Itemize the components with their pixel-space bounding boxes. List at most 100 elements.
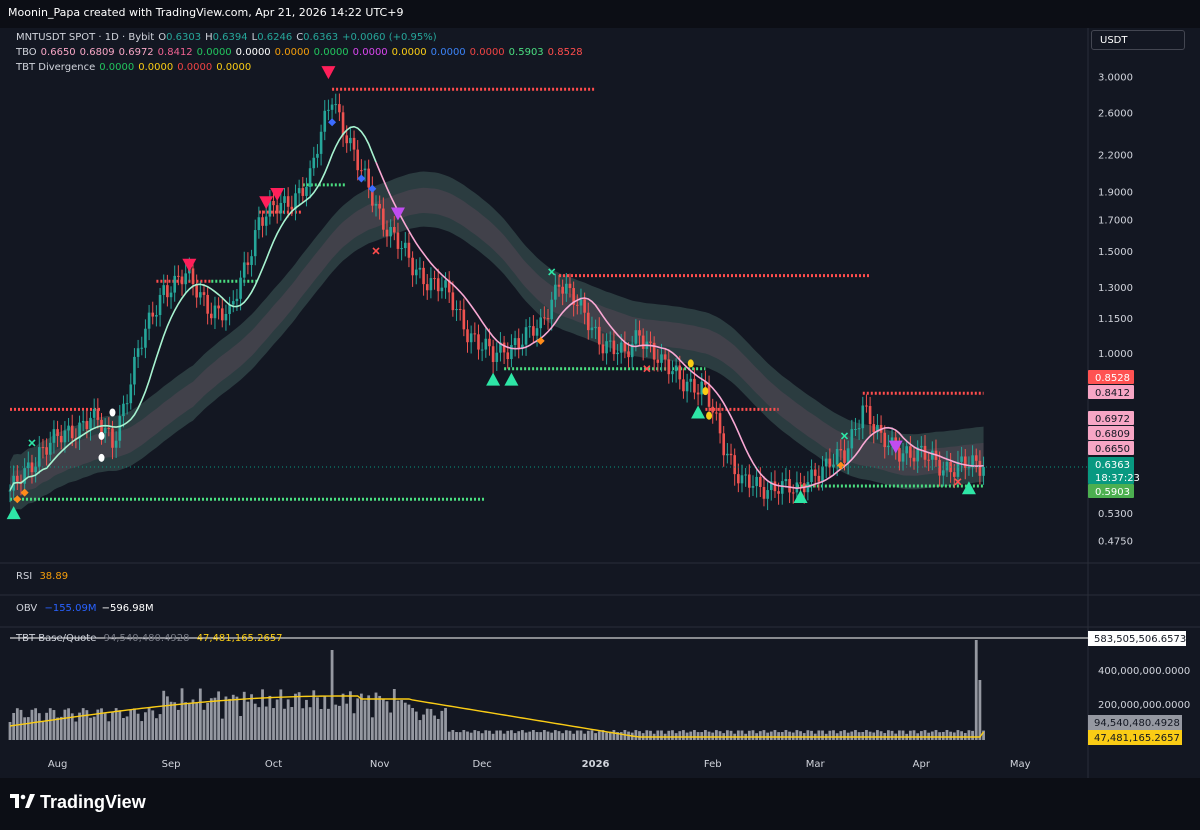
divergence-legend-item: 0.0000 [99,62,135,73]
volume-bar [751,730,755,740]
obv-pane-label[interactable]: OBV −155.09M −596.98M [16,603,154,614]
candle-body [275,205,279,214]
volume-bar [8,722,12,740]
currency-button[interactable]: USDT [1091,30,1185,50]
volume-bar [187,703,191,740]
candle-body [70,425,74,439]
candle-body [378,203,381,209]
candle-body [155,315,158,317]
volume-bar [275,699,279,740]
price-label-text: 0.8412 [1095,388,1130,399]
candle-body [850,429,854,449]
volume-bar [455,732,458,740]
candle-body [539,317,542,329]
volume-bar [971,730,974,740]
candle-body [967,467,971,469]
volume-bar [561,733,565,740]
volume-value-1: 94,540,480.4928 [103,633,190,644]
candle-body [422,267,425,285]
volume-pane-label[interactable]: TBT Base/Quote 94,540,480.4928 47,481,16… [16,633,283,644]
candle-body [974,455,978,461]
volume-bar [568,730,572,740]
rsi-pane-label[interactable]: RSI 38.89 [16,571,68,582]
tbo-legend-item: 0.0000 [235,47,271,58]
candle-body [484,338,488,350]
volume-bar [704,730,707,740]
volume-bar [945,730,949,740]
volume-bar [553,730,557,740]
candle-body [242,262,246,278]
volume-bar [539,732,543,740]
candle-body [671,371,674,375]
volume-bar [41,721,45,740]
volume-bar [488,730,491,740]
volume-bar [228,698,231,740]
time-tick-label: Mar [806,759,826,770]
tbo-legend-item: 0.0000 [352,47,388,58]
candle-body [813,469,817,476]
candle-body [144,328,147,348]
volume-bar [180,688,184,740]
candle-body [111,428,114,448]
candle-body [576,304,579,306]
price-tick-label: 1.1500 [1098,314,1133,325]
volume-bar [462,730,466,740]
candle-body [634,330,638,344]
candle-body [565,283,568,294]
symbol-legend[interactable]: MNTUSDT SPOT · 1D · Bybit O0.6303 H0.6394 L… [16,32,441,43]
candle-body [440,287,444,292]
volume-bar [502,733,506,740]
candle-body [297,188,301,194]
volume-bar [499,730,502,740]
candle-body [773,481,777,492]
candle-body [30,462,34,473]
volume-bar [865,730,868,740]
candle-body [180,276,184,285]
candle-body [67,425,70,431]
candle-body [334,104,338,106]
candle-body [762,486,766,499]
tradingview-logo-icon [10,794,35,808]
volume-bar [923,730,927,740]
candle-body [312,157,316,169]
volume-bar [872,732,876,740]
volume-bar [356,698,360,740]
volume-bar [45,712,48,740]
volume-bar [876,730,879,740]
candle-body [301,188,305,196]
volume-bar [422,714,425,740]
chart-canvas[interactable]: 3.0000 2.6000 2.2000 1.9000 1.7000 1.5000 1.30… [0,0,1200,830]
volume-bar [597,731,601,740]
candle-body [495,352,499,362]
candle-body [817,475,821,482]
rsi-value: 38.89 [39,571,69,582]
volume-bar [407,704,411,740]
volume-bar [861,732,865,740]
brand-name: TradingView [40,792,146,812]
candle-body [418,267,422,270]
candle-body [199,292,202,298]
candle-body [868,406,872,425]
candle-body [799,482,802,484]
candle-body [821,466,824,482]
tbo-legend[interactable]: TBO 0.6650 0.6809 0.6972 0.8412 0.0000 0.0000 0… [16,47,587,58]
candle-body [590,327,594,331]
candle-body [791,492,795,494]
volume-bar [140,721,144,740]
volume-bar [982,730,985,740]
candle-body [923,445,927,460]
candle-body [748,474,751,488]
candle-body [220,308,224,321]
volume-bar [92,716,96,740]
candle-body [682,379,685,392]
candle-body [425,284,429,291]
divergence-legend[interactable]: TBT Divergence 0.0000 0.0000 0.0000 0.0000 [16,62,255,73]
volume-name: TBT Base/Quote [16,633,97,644]
candle-body [627,351,630,358]
volume-bar [656,730,660,740]
candle-body [854,429,857,431]
volume-bar [327,708,330,740]
volume-bar [338,705,341,740]
dot-marker [702,387,709,396]
volume-bar [34,708,38,740]
